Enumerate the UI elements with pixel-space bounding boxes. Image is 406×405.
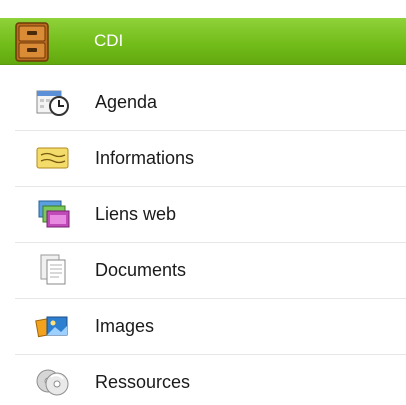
calendar-clock-icon	[36, 90, 69, 116]
menu-item-label: Liens web	[95, 204, 177, 224]
menu-item-label: Ressources	[95, 372, 191, 392]
menu-item-label: Images	[95, 316, 155, 336]
menu-item-label: Agenda	[95, 92, 158, 112]
header-title: CDI	[94, 31, 124, 50]
menu-item-label: Informations	[95, 148, 195, 168]
note-icon	[36, 147, 69, 169]
cdi-menu: CDI Agenda Informations Liens web Docume…	[0, 0, 406, 405]
images-icon	[35, 316, 68, 338]
menu-item-documents[interactable]: Documents	[15, 243, 406, 299]
menu-header[interactable]: CDI	[0, 18, 406, 65]
menu-item-label: Documents	[95, 260, 187, 280]
cd-disc-icon	[36, 369, 69, 396]
menu-item-informations[interactable]: Informations	[15, 131, 406, 187]
menu-item-agenda[interactable]: Agenda	[15, 75, 406, 131]
documents-icon	[40, 254, 66, 285]
web-links-icon	[38, 200, 70, 228]
menu-item-liens-web[interactable]: Liens web	[15, 187, 406, 243]
menu-item-images[interactable]: Images	[15, 299, 406, 355]
archive-cabinet-icon	[15, 22, 49, 62]
menu-item-ressources[interactable]: Ressources	[15, 355, 406, 405]
